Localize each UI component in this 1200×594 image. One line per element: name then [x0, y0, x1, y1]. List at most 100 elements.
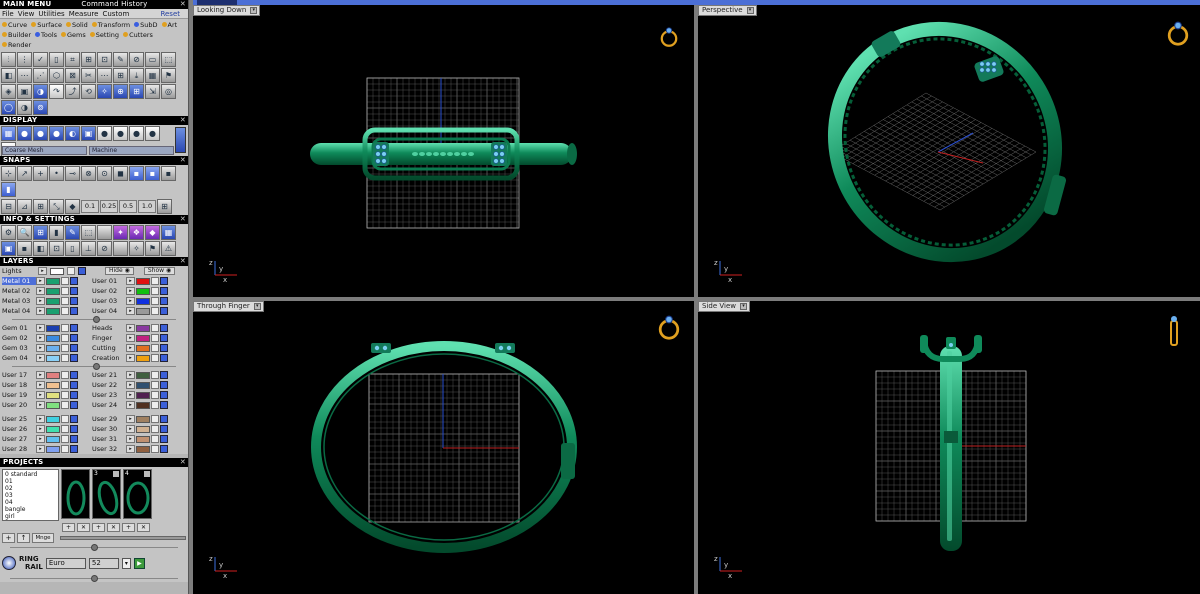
sphere-gray-icon[interactable]: ● [113, 126, 128, 141]
layer-name[interactable]: Heads [92, 324, 126, 332]
lights-visibility-toggle[interactable] [78, 267, 86, 275]
layer-visibility-toggle[interactable] [70, 445, 78, 453]
layer-lock-icon[interactable] [151, 401, 159, 409]
layer-visibility-toggle[interactable] [160, 391, 168, 399]
pencil-icon[interactable]: ✎ [113, 52, 128, 67]
layer-lock-icon[interactable] [61, 307, 69, 315]
ring-size-dropdown-icon[interactable]: ▾ [121, 557, 131, 569]
layer-lock-icon[interactable] [151, 391, 159, 399]
viewport-title[interactable]: Perspective ▾ [698, 5, 757, 16]
layer-visibility-toggle[interactable] [160, 277, 168, 285]
layer-item[interactable]: Finger ▸ [92, 333, 180, 343]
layer-item[interactable]: Metal 04 ▸ [2, 306, 90, 316]
side-view-canvas[interactable]: zyx [698, 301, 1200, 594]
snap-midpoint-icon[interactable]: ⊙ [97, 166, 112, 181]
layer-item[interactable]: User 18 ▸ [2, 380, 90, 390]
snap-box2-icon[interactable]: ▪ [145, 166, 160, 181]
layer-group-divider[interactable] [2, 363, 186, 370]
layer-color-swatch[interactable] [136, 277, 150, 285]
layer-visibility-toggle[interactable] [160, 371, 168, 379]
pattern-icon[interactable]: ▦ [145, 68, 160, 83]
snap-center-icon[interactable]: • [49, 166, 64, 181]
layer-name[interactable]: Gem 01 [2, 324, 36, 332]
layer-item[interactable]: Creation ▸ [92, 353, 180, 363]
hide-all-button[interactable]: Hide ◉ [105, 267, 134, 275]
close-icon[interactable]: ✕ [180, 257, 186, 266]
layer-expand-icon[interactable]: ▸ [36, 344, 45, 352]
flag-icon[interactable]: ⚑ [161, 68, 176, 83]
project-list-item[interactable]: 01 [5, 478, 56, 485]
layer-item[interactable]: User 02 ▸ [92, 286, 180, 296]
layer-color-swatch[interactable] [136, 354, 150, 362]
layer-color-swatch[interactable] [46, 425, 60, 433]
layer-lock-icon[interactable] [61, 391, 69, 399]
layer-lock-icon[interactable] [61, 381, 69, 389]
edit-icon[interactable]: ✎ [65, 225, 80, 240]
spacer2-icon[interactable] [113, 241, 128, 256]
viewport-side-view[interactable]: zyx Side View ▾ [698, 301, 1200, 594]
layer-lock-icon[interactable] [61, 401, 69, 409]
rendered-icon[interactable]: ▣ [1, 241, 16, 256]
frame-icon[interactable]: ⊡ [97, 52, 112, 67]
ring-size-standard-input[interactable]: Euro [45, 557, 86, 569]
layer-name[interactable]: User 32 [92, 445, 126, 453]
layer-name[interactable]: Cutting [92, 344, 126, 352]
thumb-delete-button[interactable]: ✕ [137, 523, 150, 532]
sphere-dark-icon[interactable]: ● [129, 126, 144, 141]
close-icon[interactable]: ✕ [180, 0, 186, 9]
project-list[interactable]: 0 standard 01 02 03 04 bangle girl [2, 469, 59, 521]
array-icon[interactable]: ⫶ [1, 52, 16, 67]
snap-box3-icon[interactable]: ▪ [161, 166, 176, 181]
layer-name[interactable]: Gem 04 [2, 354, 36, 362]
project-thumbnail[interactable]: 4 [123, 469, 152, 519]
layer-color-swatch[interactable] [136, 324, 150, 332]
layer-visibility-toggle[interactable] [160, 354, 168, 362]
columns-icon[interactable]: ⋮ [17, 52, 32, 67]
layer-name[interactable]: Gem 03 [2, 344, 36, 352]
thumb-add-button[interactable]: + [62, 523, 75, 532]
layer-expand-icon[interactable]: ▸ [126, 445, 135, 453]
layer-name[interactable]: Metal 04 [2, 307, 36, 315]
layer-color-swatch[interactable] [136, 307, 150, 315]
layer-expand-icon[interactable]: ▸ [126, 277, 135, 285]
layer-expand-icon[interactable]: ▸ [126, 381, 135, 389]
category-tab[interactable]: Setting [89, 30, 119, 40]
spacer-icon[interactable] [97, 225, 112, 240]
ring-icon[interactable]: ⊚ [33, 100, 48, 115]
layer-expand-icon[interactable]: ▸ [36, 425, 45, 433]
layer-visibility-toggle[interactable] [70, 435, 78, 443]
snap-intersect-icon[interactable]: ⊗ [81, 166, 96, 181]
viewport-through-finger[interactable]: zyx Through Finger ▾ [193, 301, 694, 594]
layer-lock-icon[interactable] [151, 334, 159, 342]
menu-measure[interactable]: Measure [69, 9, 99, 18]
layer-item[interactable]: User 17 ▸ [2, 370, 90, 380]
category-tab[interactable]: Surface [31, 20, 62, 30]
layer-color-swatch[interactable] [46, 401, 60, 409]
layer-lock-icon[interactable] [61, 324, 69, 332]
layer-visibility-toggle[interactable] [70, 287, 78, 295]
layer-visibility-toggle[interactable] [70, 297, 78, 305]
sparkle-icon[interactable]: ✧ [97, 84, 112, 99]
layer-color-swatch[interactable] [136, 297, 150, 305]
category-tab[interactable]: Cutters [123, 30, 153, 40]
layer-item[interactable]: User 26 ▸ [2, 424, 90, 434]
layer-expand-icon[interactable]: ▸ [36, 445, 45, 453]
perspective-canvas[interactable]: zyx [698, 5, 1200, 297]
dots-icon[interactable]: ⋯ [17, 68, 32, 83]
layer-lock-icon[interactable] [61, 415, 69, 423]
project-list-item[interactable]: 03 [5, 492, 56, 499]
layer-lock-icon[interactable] [151, 277, 159, 285]
layer-visibility-toggle[interactable] [70, 307, 78, 315]
layer-visibility-toggle[interactable] [160, 307, 168, 315]
snap-curve-icon[interactable]: ↗ [17, 166, 32, 181]
layer-visibility-toggle[interactable] [160, 401, 168, 409]
layer-name[interactable]: User 04 [92, 307, 126, 315]
points-icon[interactable]: ⋯ [97, 68, 112, 83]
layer-visibility-toggle[interactable] [70, 334, 78, 342]
sphere-light-icon[interactable]: ● [145, 126, 160, 141]
category-tab[interactable]: Gems [61, 30, 86, 40]
close-icon[interactable]: ✕ [180, 458, 186, 467]
layer-item[interactable]: User 28 ▸ [2, 444, 90, 454]
tile-icon[interactable]: ⊞ [113, 68, 128, 83]
layer-color-swatch[interactable] [46, 371, 60, 379]
